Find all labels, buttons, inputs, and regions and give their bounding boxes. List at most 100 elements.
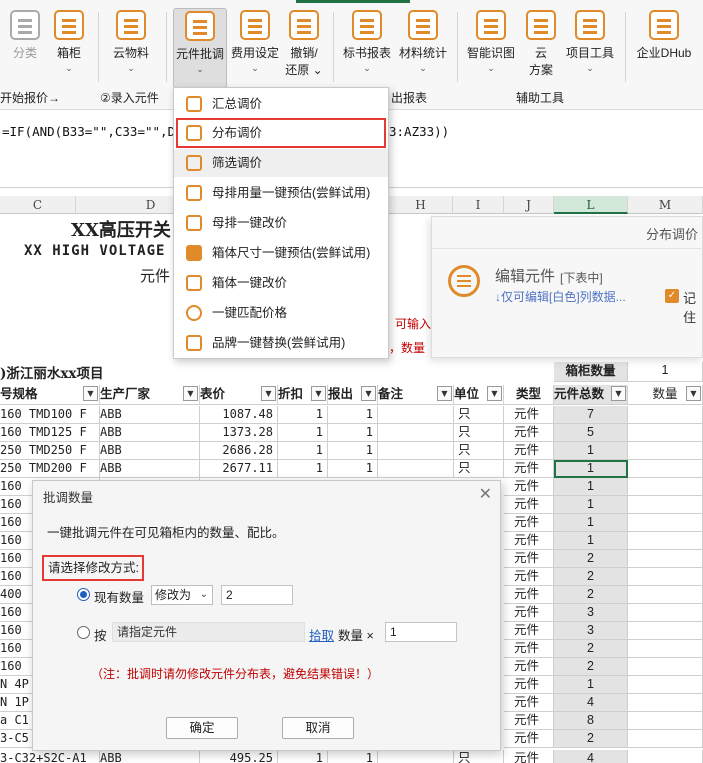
cell-total[interactable]: 2	[554, 640, 628, 658]
menu-item-busbar-reprice[interactable]: 母排一键改价	[174, 209, 388, 237]
cost-settings-button[interactable]: 费用设定 ⌄	[230, 10, 280, 73]
cell-qty[interactable]	[628, 550, 703, 568]
cell-unit[interactable]: 只	[454, 460, 504, 478]
cell-type[interactable]: 元件	[504, 406, 554, 424]
cell-qty[interactable]	[628, 424, 703, 442]
close-icon[interactable]: ✕	[479, 484, 492, 504]
cell-price[interactable]: 2686.28	[200, 442, 278, 460]
filter-dropdown-icon[interactable]: ▼	[686, 386, 701, 401]
menu-item-brand-replace[interactable]: 品牌一键替换(尝鲜试用)	[174, 329, 388, 357]
menu-item-match-price[interactable]: 一键匹配价格	[174, 299, 388, 327]
cell-type[interactable]: 元件	[504, 442, 554, 460]
cell-total[interactable]: 5	[554, 424, 628, 442]
cell-total[interactable]: 1	[554, 478, 628, 496]
new-qty-input[interactable]: 2	[221, 585, 293, 605]
cell-type[interactable]: 元件	[504, 532, 554, 550]
cell-price[interactable]: 2677.11	[200, 460, 278, 478]
cell-total[interactable]: 4	[554, 750, 628, 763]
cell-discount[interactable]: 1	[278, 424, 328, 442]
header-type[interactable]: 类型	[504, 385, 554, 405]
cell-quote[interactable]: 1	[328, 424, 378, 442]
cell-type[interactable]: 元件	[504, 586, 554, 604]
filter-dropdown-icon[interactable]: ▼	[487, 386, 502, 401]
cell-type[interactable]: 元件	[504, 460, 554, 478]
cabinet-button[interactable]: 箱柜 ⌄	[52, 10, 86, 73]
cell-qty[interactable]	[628, 568, 703, 586]
cell-spec[interactable]: 160 TMD100 F	[0, 406, 100, 424]
cloud-plan-button[interactable]: 云 方案	[524, 10, 558, 78]
cell-type[interactable]: 元件	[504, 658, 554, 676]
menu-item-distribution-pricing[interactable]: 分布调价	[176, 118, 386, 148]
filter-dropdown-icon[interactable]: ▼	[611, 386, 626, 401]
cell-maker[interactable]: ABB	[100, 406, 200, 424]
cell-remark[interactable]	[378, 442, 454, 460]
menu-item-filter-pricing[interactable]: 筛选调价	[174, 149, 388, 177]
cell-unit[interactable]: 只	[454, 406, 504, 424]
enterprise-dhub-button[interactable]: 企业DHub	[632, 10, 696, 61]
cell-total[interactable]: 8	[554, 712, 628, 730]
modify-mode-select[interactable]: 修改为 ⌄	[151, 585, 213, 605]
cell-qty[interactable]	[628, 694, 703, 712]
cell-total[interactable]: 1	[554, 514, 628, 532]
remember-checkbox[interactable]: ✓	[665, 289, 679, 303]
cell-total[interactable]: 1	[554, 442, 628, 460]
cell-type[interactable]: 元件	[504, 496, 554, 514]
cell-qty[interactable]	[628, 406, 703, 424]
project-tools-button[interactable]: 项目工具 ⌄	[564, 10, 616, 73]
column-header-h[interactable]: H	[389, 196, 453, 214]
cell-quote[interactable]: 1	[328, 750, 378, 763]
filter-dropdown-icon[interactable]: ▼	[361, 386, 376, 401]
cell-qty[interactable]	[628, 496, 703, 514]
column-header-l[interactable]: L	[554, 196, 628, 214]
cell-price[interactable]: 495.25	[200, 750, 278, 763]
header-discount[interactable]: 折扣 ▼	[278, 385, 328, 405]
cell-total[interactable]: 2	[554, 658, 628, 676]
cell-total[interactable]: 3	[554, 604, 628, 622]
cell-type[interactable]: 元件	[504, 676, 554, 694]
cell-total-selected[interactable]: 1	[554, 460, 628, 478]
material-stats-button[interactable]: 材料统计 ⌄	[397, 10, 449, 73]
cell-qty[interactable]	[628, 442, 703, 460]
cell-discount[interactable]: 1	[278, 406, 328, 424]
smart-recognition-button[interactable]: 智能识图 ⌄	[465, 10, 517, 73]
cell-discount[interactable]: 1	[278, 750, 328, 763]
batch-adjust-button[interactable]: 元件批调 ⌄	[173, 8, 227, 88]
cell-qty[interactable]	[628, 658, 703, 676]
cabinet-qty-value[interactable]: 1	[628, 362, 703, 382]
cell-qty[interactable]	[628, 730, 703, 748]
cell-spec[interactable]: 250 TMD250 F	[0, 442, 100, 460]
menu-item-cabinet-reprice[interactable]: 箱体一键改价	[174, 269, 388, 297]
column-header-m[interactable]: M	[628, 196, 703, 214]
cell-remark[interactable]	[378, 406, 454, 424]
category-button[interactable]: 分类	[8, 10, 42, 61]
cell-type[interactable]: 元件	[504, 604, 554, 622]
header-maker[interactable]: 生产厂家 ▼	[100, 385, 200, 405]
menu-item-summary-pricing[interactable]: 汇总调价	[174, 90, 388, 118]
column-header-j[interactable]: J	[504, 196, 554, 214]
cell-total[interactable]: 3	[554, 622, 628, 640]
header-price[interactable]: 表价 ▼	[200, 385, 278, 405]
cell-qty[interactable]	[628, 460, 703, 478]
component-field[interactable]: 请指定元件	[112, 622, 305, 642]
cell-qty[interactable]	[628, 712, 703, 730]
cell-total[interactable]: 2	[554, 550, 628, 568]
cell-spec[interactable]: 250 TMD200 F	[0, 460, 100, 478]
cell-maker[interactable]: ABB	[100, 750, 200, 763]
cell-type[interactable]: 元件	[504, 514, 554, 532]
cell-type[interactable]: 元件	[504, 550, 554, 568]
cell-qty[interactable]	[628, 750, 703, 763]
cell-type[interactable]: 元件	[504, 622, 554, 640]
cell-total[interactable]: 2	[554, 730, 628, 748]
ok-button[interactable]: 确定	[166, 717, 238, 739]
cell-total[interactable]: 2	[554, 586, 628, 604]
cell-discount[interactable]: 1	[278, 460, 328, 478]
cell-unit[interactable]: 只	[454, 424, 504, 442]
cell-type[interactable]: 元件	[504, 694, 554, 712]
cell-remark[interactable]	[378, 460, 454, 478]
menu-item-cabinet-size-estimate[interactable]: 箱体尺寸一键预估(尝鲜试用)	[174, 239, 388, 267]
column-header-c[interactable]: C	[0, 196, 76, 214]
qty-multiplier-input[interactable]: 1	[385, 622, 457, 642]
cell-total[interactable]: 1	[554, 676, 628, 694]
filter-dropdown-icon[interactable]: ▼	[83, 386, 98, 401]
cell-qty[interactable]	[628, 640, 703, 658]
